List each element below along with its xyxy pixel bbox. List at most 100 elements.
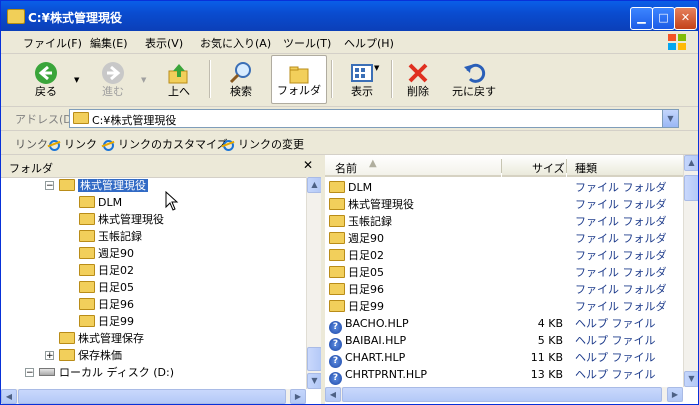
folder-icon [59,179,75,191]
tree-node-label: 株式管理保存 [78,332,144,345]
column-size-label: サイズ [532,162,565,175]
file-size: 13 KB [530,368,563,381]
chevron-down-icon: ▼ [311,376,318,385]
folder-icon [79,230,95,242]
tree-node[interactable]: 株式管理現役 [79,211,164,228]
scroll-left-button[interactable]: ◀ [1,389,17,404]
forward-dropdown-icon[interactable]: ▼ [141,76,146,84]
file-type: ファイル フォルダ [575,283,667,296]
menu-file[interactable]: ファイル(F) [23,35,82,51]
scroll-right-button[interactable]: ▶ [290,389,306,404]
tree-node[interactable]: 保存株価 [59,347,122,364]
tree-expand-toggle[interactable]: + [45,351,54,361]
file-list: DLM ファイル フォルダ 株式管理現役 ファイル フォルダ 玉帳記録 ファイル フォルダ… [325,177,683,387]
undo-label: 元に戻す [452,85,496,98]
file-row[interactable]: ? CHRTPRNT.HLP 13 KB ヘルプ ファイル [325,366,683,385]
file-name: 日足99 [329,298,384,315]
link-label: リンク [64,138,97,151]
menu-edit[interactable]: 編集(E) [90,35,128,51]
tree-node[interactable]: 日足99 [79,313,134,330]
back-button[interactable]: 戻る [23,54,69,104]
tree-node[interactable]: ローカル ディスク (D:) [39,364,174,381]
link-item-change[interactable]: リンクの変更 [223,136,304,152]
scroll-thumb[interactable] [342,387,662,402]
search-button[interactable]: 検索 [217,54,265,104]
tree-vertical-scrollbar[interactable]: ▲ ▼ [306,177,322,389]
tree-node[interactable]: 株式管理保存 [59,330,144,347]
file-size: 4 KB [537,317,563,330]
undo-button[interactable]: 元に戻す [446,54,502,104]
scroll-thumb[interactable] [307,347,322,371]
views-button[interactable]: 表示 [339,54,385,104]
ie-icon [103,140,114,151]
link-item-customize[interactable]: リンクのカスタマイズ [103,136,228,152]
file-row[interactable]: 玉帳記録 ファイル フォルダ [325,213,683,230]
column-header-type[interactable]: 種類 [567,155,683,177]
forward-label: 進む [102,85,124,98]
file-row[interactable]: ? BAIBAI.HLP 5 KB ヘルプ ファイル [325,332,683,351]
column-header-size[interactable]: サイズ [502,155,566,177]
file-size: 11 KB [530,351,563,364]
menu-tools[interactable]: ツール(T) [283,35,331,51]
file-row[interactable]: DLM ファイル フォルダ [325,179,683,196]
file-row[interactable]: 株式管理現役 ファイル フォルダ [325,196,683,213]
folders-button[interactable]: フォルダ [271,55,327,104]
views-dropdown-icon[interactable]: ▼ [374,64,379,72]
tree-node[interactable]: 株式管理現役 [59,177,148,194]
menu-view[interactable]: 表示(V) [145,35,183,51]
minimize-button[interactable]: ▁ [630,7,653,30]
list-vertical-scrollbar[interactable]: ▲ ▼ [683,155,698,387]
tree-node[interactable]: 週足90 [79,245,134,262]
close-pane-icon[interactable]: ✕ [303,158,313,172]
toolbar-separator [331,60,333,98]
tree-node-label: 株式管理現役 [98,213,164,226]
folder-icon [59,332,75,344]
menu-favorites[interactable]: お気に入り(A) [200,35,271,51]
tree-node-label: 週足90 [98,247,134,260]
file-row[interactable]: 週足90 ファイル フォルダ [325,230,683,247]
delete-button[interactable]: 削除 [396,54,440,104]
scroll-down-button[interactable]: ▼ [684,371,698,387]
file-name: 日足02 [329,247,384,264]
tree-node[interactable]: 日足96 [79,296,134,313]
scroll-thumb[interactable] [18,389,286,404]
file-list-pane: 名前 ▲ サイズ 種類 DLM ファイル フォルダ 株式管理現役 ファイル フォルダ玉… [325,155,698,404]
delete-label: 削除 [407,85,429,98]
menu-help[interactable]: ヘルプ(H) [344,35,394,51]
list-horizontal-scrollbar[interactable]: ◀ ▶ [325,387,683,402]
column-header-name[interactable]: 名前 ▲ [325,155,501,177]
forward-button[interactable]: 進む [90,54,136,104]
tree-expand-toggle[interactable]: − [25,368,34,378]
scroll-right-button[interactable]: ▶ [667,387,683,402]
tree-node[interactable]: 日足02 [79,262,134,279]
tree-node[interactable]: 日足05 [79,279,134,296]
file-row[interactable]: 日足05 ファイル フォルダ [325,264,683,281]
file-row[interactable]: 日足96 ファイル フォルダ [325,281,683,298]
search-icon [229,62,251,84]
title-bar[interactable]: C:¥株式管理現役 ▁ □ ✕ [1,1,698,31]
folder-icon [73,112,89,124]
file-row[interactable]: 日足02 ファイル フォルダ [325,247,683,264]
scroll-up-button[interactable]: ▲ [307,177,322,193]
tree-node[interactable]: 玉帳記録 [79,228,142,245]
address-input[interactable]: C:¥株式管理現役 ▼ [69,109,679,128]
file-row[interactable]: 日足99 ファイル フォルダ [325,298,683,315]
scroll-thumb[interactable] [684,175,698,201]
tree-node[interactable]: DLM [79,194,122,211]
folder-icon [329,283,345,295]
up-button[interactable]: 上へ [156,54,202,104]
scroll-left-button[interactable]: ◀ [325,387,341,402]
close-button[interactable]: ✕ [674,7,697,30]
scroll-down-button[interactable]: ▼ [307,373,322,389]
address-dropdown-button[interactable]: ▼ [662,110,678,127]
file-row[interactable]: ? BACHO.HLP 4 KB ヘルプ ファイル [325,315,683,334]
maximize-button[interactable]: □ [652,7,675,30]
up-label: 上へ [168,85,190,98]
link-item[interactable]: リンク [49,136,97,152]
tree-expand-toggle[interactable]: − [45,181,54,191]
scroll-up-button[interactable]: ▲ [684,155,698,171]
back-dropdown-icon[interactable]: ▼ [74,76,79,84]
tree-horizontal-scrollbar[interactable]: ◀ ▶ [1,389,306,404]
file-row[interactable]: ? CHART.HLP 11 KB ヘルプ ファイル [325,349,683,368]
folder-icon [329,249,345,261]
